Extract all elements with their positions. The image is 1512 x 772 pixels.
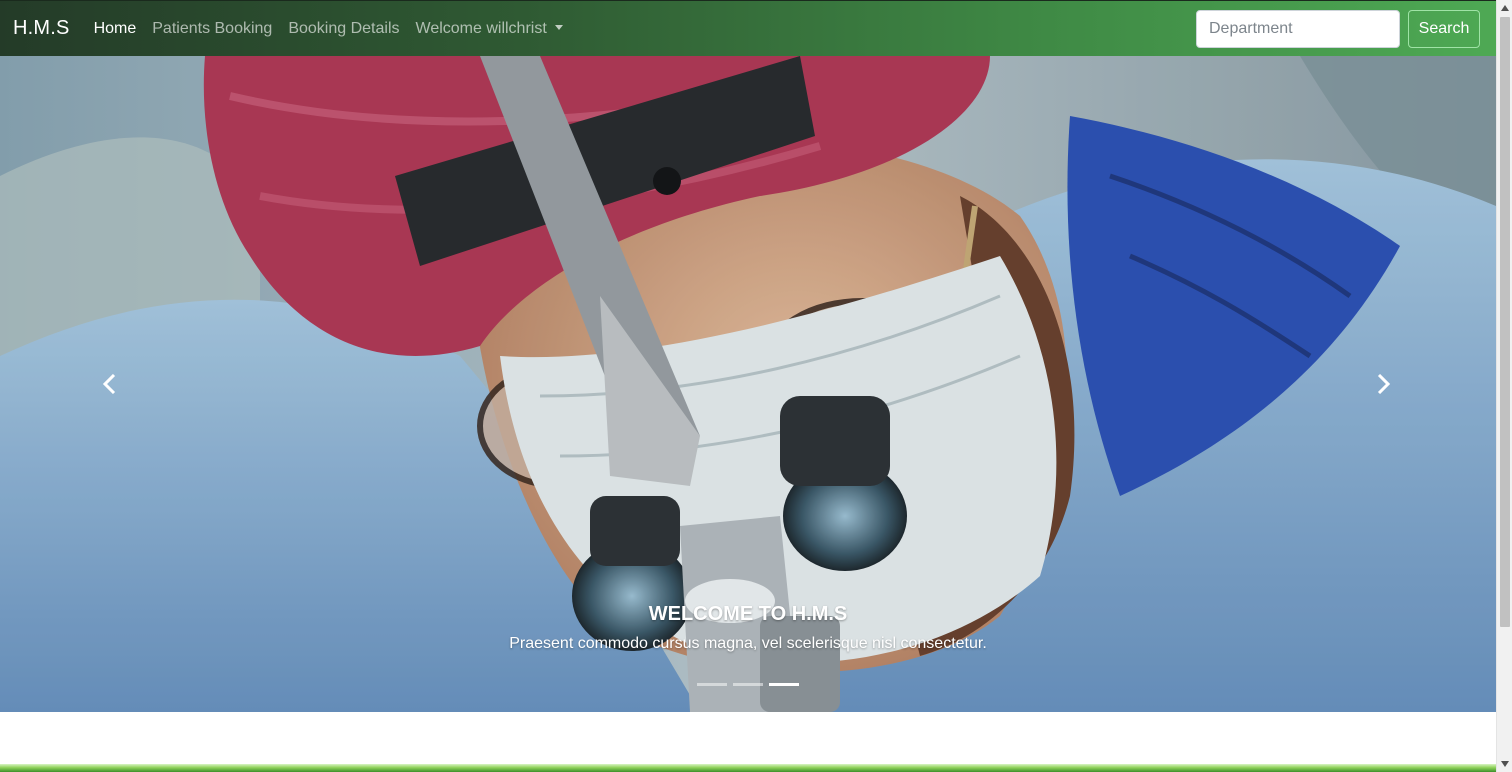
scroll-thumb[interactable] bbox=[1500, 17, 1510, 627]
carousel-caption: WELCOME TO H.M.S Praesent commodo cursus… bbox=[0, 600, 1496, 656]
brand-logo-text[interactable]: H.M.S bbox=[13, 17, 70, 40]
top-navbar: H.M.S Home Patients Booking Booking Deta… bbox=[0, 0, 1496, 56]
user-menu-dropdown[interactable]: Welcome willchrist bbox=[416, 20, 563, 38]
carousel-prev-button[interactable] bbox=[90, 368, 130, 400]
chevron-left-icon bbox=[102, 374, 116, 394]
page-scrollbar[interactable] bbox=[1496, 0, 1512, 772]
caret-down-icon bbox=[554, 24, 563, 30]
scroll-up-arrow[interactable] bbox=[1497, 0, 1512, 16]
nav-link-home[interactable]: Home bbox=[94, 20, 137, 38]
caption-title: WELCOME TO H.M.S bbox=[648, 603, 848, 625]
hero-carousel: WELCOME TO H.M.S Praesent commodo cursus… bbox=[0, 56, 1496, 712]
carousel-next-button[interactable] bbox=[1363, 368, 1403, 400]
caption-text: Praesent commodo cursus magna, vel scele… bbox=[509, 635, 987, 652]
footer-top-edge bbox=[0, 764, 1496, 772]
nav-link-booking-details[interactable]: Booking Details bbox=[288, 20, 399, 38]
triangle-down-icon bbox=[1501, 761, 1509, 767]
user-menu-label: Welcome willchrist bbox=[415, 19, 547, 37]
nav-link-patients-booking[interactable]: Patients Booking bbox=[152, 20, 272, 38]
search-form: Search bbox=[1196, 10, 1480, 48]
scroll-down-arrow[interactable] bbox=[1497, 756, 1512, 772]
triangle-up-icon bbox=[1501, 5, 1509, 11]
search-button[interactable]: Search bbox=[1408, 10, 1480, 48]
chevron-right-icon bbox=[1377, 374, 1391, 394]
carousel-indicators bbox=[0, 683, 1496, 686]
carousel-indicator-2[interactable] bbox=[733, 683, 763, 686]
carousel-indicator-3[interactable] bbox=[769, 683, 799, 686]
nav-links: Home Patients Booking Booking Details We… bbox=[94, 20, 579, 38]
department-search-input[interactable] bbox=[1196, 10, 1400, 48]
carousel-indicator-1[interactable] bbox=[697, 683, 727, 686]
